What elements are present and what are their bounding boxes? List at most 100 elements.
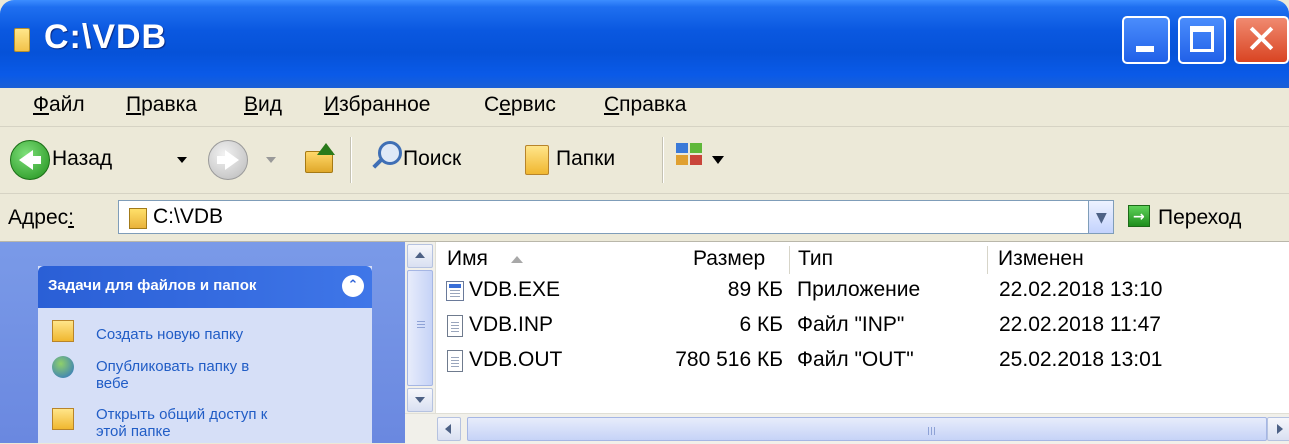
scroll-left-button[interactable] [437, 417, 461, 441]
chevron-up-icon [415, 252, 425, 258]
back-arrow-shaft [31, 156, 41, 164]
menu-favorites[interactable]: Избранное [324, 93, 430, 117]
document-icon-lines [451, 322, 459, 323]
go-arrow-glyph: → [1133, 209, 1145, 225]
forward-button[interactable] [208, 140, 248, 180]
file-size: 780 516 КБ [675, 348, 783, 371]
minimize-icon [1136, 46, 1154, 52]
collapse-icon[interactable]: ⌃ [342, 275, 364, 297]
scroll-up-button[interactable] [407, 244, 433, 268]
task-item-label: Создать новую папку [96, 326, 244, 343]
scroll-down-button[interactable] [407, 388, 433, 412]
back-button[interactable] [10, 140, 50, 180]
search-button[interactable]: Поиск [403, 147, 461, 171]
folder-icon [129, 208, 147, 229]
publish-web-icon [52, 356, 74, 378]
task-panel-header[interactable]: Задачи для файлов и папок ⌃ [38, 266, 372, 308]
folders-icon[interactable] [519, 141, 549, 175]
scroll-thumb[interactable] [467, 417, 1267, 441]
file-list: Имя Размер Тип Изменен VDB.EXE 89 КБ При… [405, 242, 1289, 444]
document-icon-lines [451, 357, 459, 358]
sort-ascending-icon [511, 256, 523, 263]
back-dropdown-icon[interactable] [177, 157, 187, 163]
views-dropdown-icon[interactable] [712, 156, 724, 164]
file-name: VDB.OUT [469, 348, 563, 371]
title-bar[interactable]: C:\VDB ✕ [0, 0, 1289, 88]
go-arrow-icon[interactable]: → [1128, 205, 1150, 227]
go-button[interactable]: Переход [1158, 206, 1241, 230]
document-icon [447, 350, 463, 372]
address-input[interactable]: C:\VDB [118, 200, 1114, 234]
column-header-name[interactable]: Имя [447, 247, 488, 271]
window-title: C:\VDB [44, 18, 168, 56]
menu-bar: Файл Правка Вид Избранное Сервис Справка [0, 88, 1289, 127]
forward-dropdown-icon[interactable] [266, 157, 276, 163]
maximize-icon [1190, 26, 1214, 52]
toolbar-separator [350, 137, 352, 183]
file-type: Файл "INP" [797, 313, 905, 336]
file-size: 89 КБ [727, 278, 783, 301]
toolbar-separator [662, 137, 664, 183]
menu-tools[interactable]: Сервис [484, 93, 556, 117]
column-header-modified[interactable]: Изменен [998, 247, 1084, 271]
chevron-left-icon [445, 424, 451, 434]
views-icon[interactable] [676, 143, 710, 175]
minimize-button[interactable] [1122, 16, 1170, 64]
search-icon[interactable] [370, 141, 402, 175]
chevron-down-icon [415, 397, 425, 403]
forward-arrow-icon [225, 150, 239, 170]
menu-file[interactable]: Файл [33, 93, 85, 117]
chevron-down-icon: ▼ [1096, 210, 1107, 226]
search-handle [372, 157, 384, 169]
file-size: 6 КБ [739, 313, 783, 336]
file-row[interactable]: VDB.OUT 780 516 КБ Файл "OUT" 25.02.2018… [405, 348, 1289, 380]
file-modified: 25.02.2018 13:01 [999, 348, 1163, 371]
column-divider[interactable] [789, 246, 790, 274]
chevron-right-icon [1277, 424, 1283, 434]
address-bar: Адрес: C:\VDB ▼ → Переход [0, 194, 1289, 242]
forward-arrow-shaft [217, 156, 227, 164]
views-tile [690, 143, 702, 153]
task-item-label: Опубликовать папку в [96, 358, 250, 375]
views-tile [676, 143, 688, 153]
column-header-size[interactable]: Размер [693, 247, 765, 271]
menu-help[interactable]: Справка [604, 93, 686, 117]
folders-glyph [525, 145, 549, 175]
close-button[interactable]: ✕ [1234, 16, 1289, 64]
scroll-grip [928, 427, 929, 435]
menu-view[interactable]: Вид [244, 93, 282, 117]
folder-icon [14, 28, 30, 52]
back-label[interactable]: Назад [52, 147, 112, 171]
maximize-button[interactable] [1178, 16, 1226, 64]
new-folder-icon [52, 320, 74, 342]
column-header-type[interactable]: Тип [798, 247, 833, 271]
menu-edit[interactable]: Правка [126, 93, 197, 117]
task-item-label: вебе [96, 375, 129, 392]
file-modified: 22.02.2018 11:47 [999, 313, 1161, 336]
exe-icon-titlebar [449, 284, 461, 288]
horizontal-scrollbar[interactable] [405, 413, 1289, 444]
address-dropdown-button[interactable]: ▼ [1088, 200, 1114, 234]
exe-icon-lines [450, 290, 460, 291]
address-label: Адрес: [8, 206, 74, 229]
up-folder-button[interactable] [305, 143, 335, 173]
column-divider[interactable] [987, 246, 988, 274]
folders-button[interactable]: Папки [556, 147, 615, 171]
task-item-label: этой папке [96, 423, 171, 440]
task-panel-title: Задачи для файлов и папок [48, 277, 257, 294]
file-name: VDB.INP [469, 313, 554, 336]
scroll-right-button[interactable] [1267, 417, 1289, 441]
views-tile [690, 155, 702, 165]
file-modified: 22.02.2018 13:10 [999, 278, 1163, 301]
task-item-label: Открыть общий доступ к [96, 406, 268, 423]
up-arrow-glyph [317, 143, 335, 155]
views-tile [676, 155, 688, 165]
file-row[interactable]: VDB.EXE 89 КБ Приложение 22.02.2018 13:1… [405, 278, 1289, 310]
file-type: Файл "OUT" [797, 348, 914, 371]
file-row[interactable]: VDB.INP 6 КБ Файл "INP" 22.02.2018 11:47 [405, 313, 1289, 345]
close-icon: ✕ [1244, 17, 1279, 63]
document-icon [447, 315, 463, 337]
task-panel: Задачи для файлов и папок ⌃ Создать нову… [38, 266, 372, 443]
exe-file-icon [446, 281, 464, 301]
file-name: VDB.EXE [469, 278, 561, 301]
